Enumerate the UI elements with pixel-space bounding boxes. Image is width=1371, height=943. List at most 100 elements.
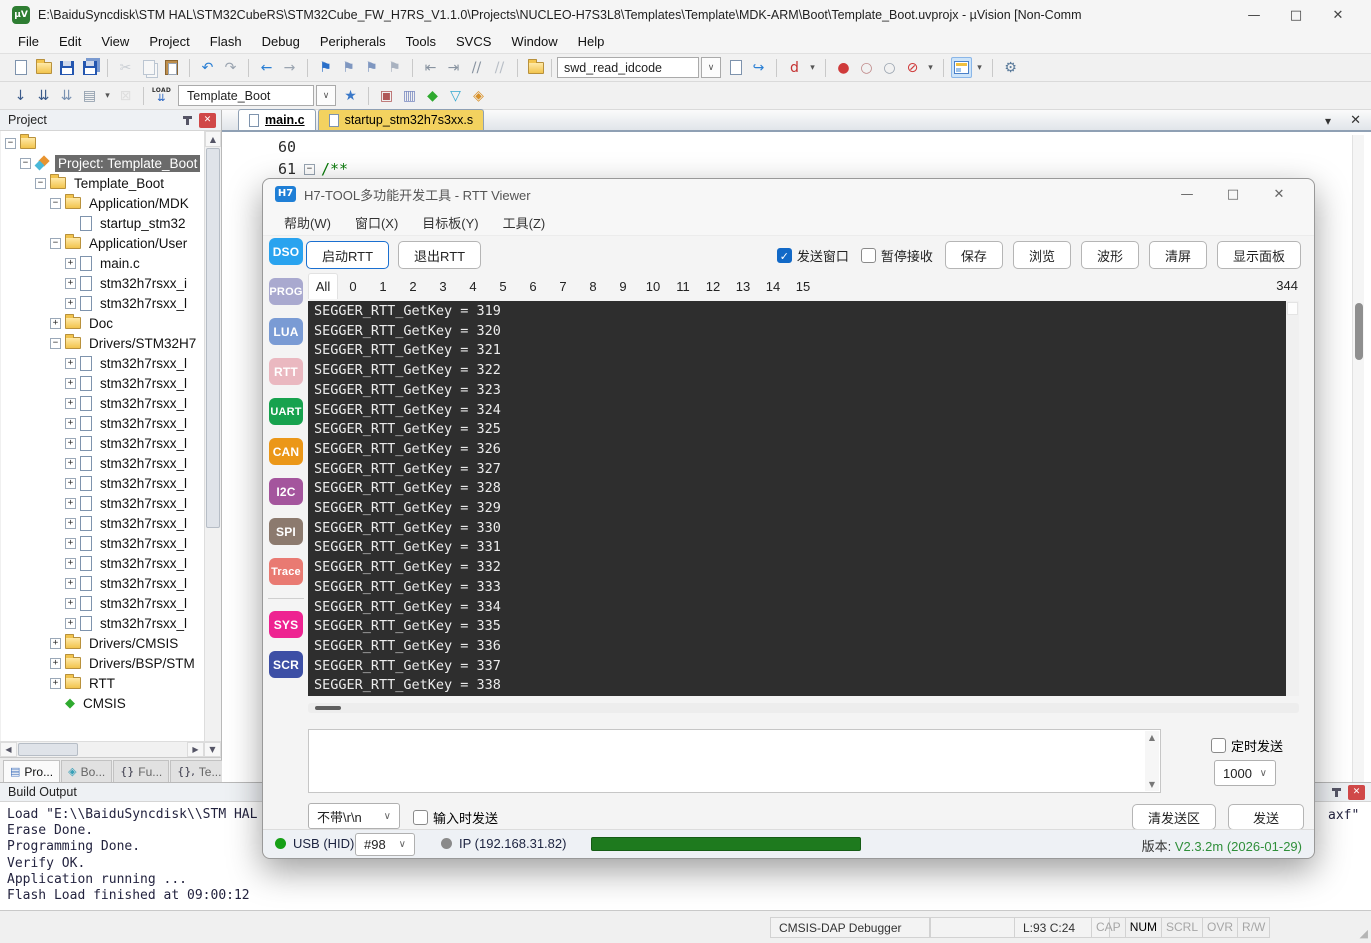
tree-item[interactable]: +stm32h7rsxx_l bbox=[1, 493, 204, 513]
bookmark-toggle-icon[interactable]: ⚑ bbox=[315, 57, 336, 78]
uv-menu-item[interactable]: Help bbox=[568, 31, 615, 52]
scroll-down-icon[interactable]: ▼ bbox=[204, 742, 221, 757]
channel-tab-6[interactable]: 6 bbox=[518, 273, 548, 299]
configure-icon[interactable]: ⚙ bbox=[1000, 57, 1021, 78]
tree-expander-icon[interactable]: + bbox=[65, 498, 76, 509]
tree-expander-icon[interactable]: + bbox=[65, 538, 76, 549]
sidebar-tab-i2c[interactable]: I2C bbox=[269, 478, 303, 505]
back-icon[interactable]: ← bbox=[256, 57, 277, 78]
tree-expander-icon[interactable]: + bbox=[65, 478, 76, 489]
uv-menu-item[interactable]: Flash bbox=[200, 31, 252, 52]
tree-expander-icon[interactable]: − bbox=[35, 178, 46, 189]
channel-tab-2[interactable]: 2 bbox=[398, 273, 428, 299]
edit-folder-icon[interactable] bbox=[525, 57, 546, 78]
stop-build-icon[interactable]: ⊠ bbox=[115, 85, 136, 106]
close-icon[interactable]: ✕ bbox=[1256, 187, 1302, 202]
sidebar-tab-can[interactable]: CAN bbox=[269, 438, 303, 465]
tree-item[interactable]: −Template_Boot bbox=[1, 173, 204, 193]
dropdown-caret[interactable]: ▾ bbox=[102, 85, 113, 106]
sidebar-tab-scr[interactable]: SCR bbox=[269, 651, 303, 678]
uv-menu-item[interactable]: Debug bbox=[252, 31, 310, 52]
sidebar-tab-trace[interactable]: Trace bbox=[269, 558, 303, 585]
uv-menu-item[interactable]: File bbox=[8, 31, 49, 52]
editor-close-icon[interactable]: ✕ bbox=[1350, 113, 1361, 128]
tree-expander-icon[interactable]: + bbox=[65, 618, 76, 629]
channel-tab-3[interactable]: 3 bbox=[428, 273, 458, 299]
uv-menu-item[interactable]: Project bbox=[139, 31, 199, 52]
define-search-icon[interactable]: d bbox=[784, 57, 805, 78]
tree-item[interactable]: −Project: Template_Boot bbox=[1, 153, 204, 173]
tree-item[interactable]: +stm32h7rsxx_l bbox=[1, 593, 204, 613]
scrollbar-thumb[interactable] bbox=[206, 148, 220, 528]
tree-item[interactable]: +stm32h7rsxx_l bbox=[1, 573, 204, 593]
send-on-input-checkbox[interactable]: 输入时发送 bbox=[413, 808, 498, 827]
channel-tab-4[interactable]: 4 bbox=[458, 273, 488, 299]
indent-icon[interactable]: ⇥ bbox=[443, 57, 464, 78]
code-line[interactable]: 61 − /** bbox=[222, 160, 348, 178]
manage-multiproject-icon[interactable]: ▥ bbox=[399, 85, 420, 106]
minimize-icon[interactable]: — bbox=[1233, 8, 1275, 23]
uv-menu-item[interactable]: Edit bbox=[49, 31, 91, 52]
tree-expander-icon[interactable]: + bbox=[65, 458, 76, 469]
search-dropdown-button[interactable]: ∨ bbox=[701, 57, 721, 78]
rtt-toolbar-button[interactable]: 浏览 bbox=[1013, 241, 1071, 269]
rtt-menu-item[interactable]: 窗口(X) bbox=[344, 211, 409, 234]
translate-icon[interactable]: ↓ bbox=[10, 85, 31, 106]
sidebar-tab-lua[interactable]: LUA bbox=[269, 318, 303, 345]
tree-item[interactable]: +RTT bbox=[1, 673, 204, 693]
tree-item[interactable]: +stm32h7rsxx_l bbox=[1, 413, 204, 433]
tree-item[interactable]: −Application/User bbox=[1, 233, 204, 253]
channel-tab-1[interactable]: 1 bbox=[368, 273, 398, 299]
pause-receive-checkbox[interactable]: 暂停接收 bbox=[861, 246, 933, 265]
target-options-icon[interactable]: ★ bbox=[340, 85, 361, 106]
channel-tab-11[interactable]: 11 bbox=[668, 273, 698, 299]
fold-minus-icon[interactable]: − bbox=[304, 164, 315, 175]
tree-expander-icon[interactable]: + bbox=[65, 418, 76, 429]
rtt-toolbar-button[interactable]: 清屏 bbox=[1149, 241, 1207, 269]
clear-send-button[interactable]: 清发送区 bbox=[1132, 804, 1216, 830]
tree-expander-icon[interactable]: + bbox=[65, 598, 76, 609]
channel-tab-9[interactable]: 9 bbox=[608, 273, 638, 299]
tree-item[interactable]: +Doc bbox=[1, 313, 204, 333]
tree-expander-icon[interactable]: + bbox=[65, 378, 76, 389]
unindent-icon[interactable]: ⇤ bbox=[420, 57, 441, 78]
tree-item[interactable]: +stm32h7rsxx_l bbox=[1, 513, 204, 533]
open-folder-icon[interactable] bbox=[33, 57, 54, 78]
save-all-icon[interactable] bbox=[79, 57, 100, 78]
project-panel-close-icon[interactable]: ✕ bbox=[199, 113, 216, 128]
bookmark-next-icon[interactable]: ⚑ bbox=[338, 57, 359, 78]
code-line[interactable]: 60 bbox=[222, 138, 296, 156]
exit-rtt-button[interactable]: 退出RTT bbox=[398, 241, 481, 269]
bookmark-prev-icon[interactable]: ⚑ bbox=[361, 57, 382, 78]
batch-build-icon[interactable]: ▤ bbox=[79, 85, 100, 106]
tree-item[interactable]: −Application/MDK bbox=[1, 193, 204, 213]
scroll-up-icon[interactable]: ▲ bbox=[205, 131, 221, 147]
close-icon[interactable]: ✕ bbox=[1317, 8, 1359, 23]
window-layout-icon[interactable] bbox=[951, 57, 972, 78]
incremental-find-icon[interactable]: ↪ bbox=[748, 57, 769, 78]
timed-send-checkbox[interactable]: 定时发送 bbox=[1211, 736, 1283, 755]
sidebar-tab-spi[interactable]: SPI bbox=[269, 518, 303, 545]
dropdown-caret[interactable]: ▾ bbox=[974, 57, 985, 78]
send-window-checkbox[interactable]: ✓发送窗口 bbox=[777, 246, 849, 265]
rtt-menu-item[interactable]: 目标板(Y) bbox=[411, 211, 489, 234]
project-tree-vscrollbar[interactable]: ▲ bbox=[204, 131, 221, 741]
dropdown-caret[interactable]: ▾ bbox=[925, 57, 936, 78]
tree-item[interactable]: +stm32h7rsxx_i bbox=[1, 273, 204, 293]
channel-tab-0[interactable]: 0 bbox=[338, 273, 368, 299]
tree-expander-icon[interactable]: − bbox=[50, 338, 61, 349]
tree-expander-icon[interactable]: + bbox=[50, 678, 61, 689]
rtt-terminal[interactable]: SEGGER_RTT_GetKey = 319SEGGER_RTT_GetKey… bbox=[308, 301, 1286, 696]
scrollbar-thumb[interactable] bbox=[315, 706, 341, 710]
tree-item[interactable]: +stm32h7rsxx_l bbox=[1, 533, 204, 553]
bookmark-clear-icon[interactable]: ⚑ bbox=[384, 57, 405, 78]
target-select[interactable]: Template_Boot bbox=[178, 85, 314, 106]
breakpoint-insert-icon[interactable]: ● bbox=[833, 57, 854, 78]
channel-tab-7[interactable]: 7 bbox=[548, 273, 578, 299]
tree-item[interactable]: +stm32h7rsxx_l bbox=[1, 613, 204, 633]
tree-item[interactable]: − bbox=[1, 133, 204, 153]
channel-tab-all[interactable]: All bbox=[308, 273, 338, 299]
uv-menu-item[interactable]: View bbox=[91, 31, 139, 52]
tree-expander-icon[interactable]: − bbox=[50, 198, 61, 209]
build-icon[interactable]: ⇊ bbox=[33, 85, 54, 106]
